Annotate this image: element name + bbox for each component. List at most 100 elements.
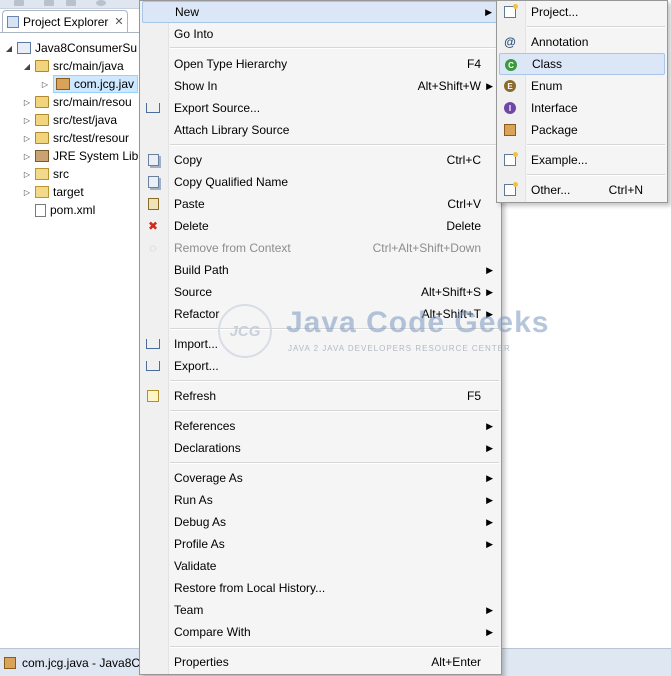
- menu-item-label: Debug As: [174, 515, 227, 529]
- menu-item-open-type-hierarchy[interactable]: Open Type Hierarchy F4: [142, 53, 499, 75]
- menu-item-coverage-as[interactable]: Coverage As ▶: [142, 467, 499, 489]
- menu-item-refresh[interactable]: Refresh F5: [142, 385, 499, 407]
- tree-item-src-test-java[interactable]: ▷ src/test/java: [22, 111, 117, 129]
- source-folder-icon: [35, 60, 49, 72]
- menu-item-label: Coverage As: [174, 471, 243, 485]
- tree-item-src-main-resources[interactable]: ▷ src/main/resou: [22, 93, 132, 111]
- delete-icon: ✖: [147, 219, 159, 233]
- menu-item-label: Paste: [174, 197, 205, 211]
- close-icon[interactable]: ✕: [114, 15, 123, 28]
- tree-item-src-main-java[interactable]: ◢ src/main/java: [22, 57, 124, 75]
- expand-arrow-icon[interactable]: ▷: [22, 98, 32, 107]
- menu-item-label: Other...: [531, 183, 571, 197]
- tree-item-jre-library[interactable]: ▷ JRE System Lib: [22, 147, 138, 165]
- menu-item-build-path[interactable]: Build Path ▶: [142, 259, 499, 281]
- menu-item-label: Enum: [531, 79, 563, 93]
- menu-item-export-source[interactable]: Export Source...: [142, 97, 499, 119]
- menu-item-show-in[interactable]: Show In Alt+Shift+W ▶: [142, 75, 499, 97]
- new-submenu: Project... @ Annotation C Class E Enum I…: [496, 0, 668, 203]
- menu-separator: [170, 410, 499, 412]
- menu-item-label: Remove from Context: [174, 241, 291, 255]
- menu-item-profile-as[interactable]: Profile As ▶: [142, 533, 499, 555]
- menu-item-remove-from-context: ◌ Remove from Context Ctrl+Alt+Shift+Dow…: [142, 237, 499, 259]
- submenu-item-other[interactable]: Other... Ctrl+N: [499, 179, 665, 201]
- toolbar-button-icon[interactable]: [66, 0, 76, 6]
- expand-arrow-icon[interactable]: ▷: [40, 80, 50, 89]
- menu-item-label: Attach Library Source: [174, 123, 290, 137]
- submenu-arrow-icon: ▶: [486, 494, 493, 505]
- menu-item-new[interactable]: New ▶: [142, 1, 499, 23]
- menu-separator: [170, 462, 499, 464]
- menu-item-attach-library-source[interactable]: Attach Library Source: [142, 119, 499, 141]
- menu-item-export[interactable]: Export...: [142, 355, 499, 377]
- enum-icon: E: [503, 79, 517, 93]
- tree-item-target[interactable]: ▷ target: [22, 183, 84, 201]
- submenu-item-interface[interactable]: I Interface: [499, 97, 665, 119]
- menu-item-copy[interactable]: Copy Ctrl+C: [142, 149, 499, 171]
- expand-arrow-icon[interactable]: ◢: [22, 62, 32, 71]
- menu-item-shortcut: F5: [466, 389, 481, 403]
- interface-icon: I: [503, 101, 517, 115]
- menu-separator: [170, 380, 499, 382]
- menu-item-go-into[interactable]: Go Into: [142, 23, 499, 45]
- menu-item-import[interactable]: Import...: [142, 333, 499, 355]
- menu-item-shortcut: Ctrl+N: [608, 183, 643, 197]
- tree-item-src-test-resources[interactable]: ▷ src/test/resour: [22, 129, 129, 147]
- submenu-item-project[interactable]: Project...: [499, 1, 665, 23]
- menu-item-properties[interactable]: Properties Alt+Enter: [142, 651, 499, 673]
- selected-package[interactable]: com.jcg.jav: [53, 75, 139, 93]
- menu-item-team[interactable]: Team ▶: [142, 599, 499, 621]
- menu-item-validate[interactable]: Validate: [142, 555, 499, 577]
- expand-arrow-icon[interactable]: ▷: [22, 152, 32, 161]
- submenu-item-annotation[interactable]: @ Annotation: [499, 31, 665, 53]
- tab-project-explorer[interactable]: Project Explorer ✕: [2, 10, 128, 32]
- copy-qualified-name-icon: [146, 175, 160, 189]
- expand-arrow-icon[interactable]: ▷: [22, 116, 32, 125]
- export-icon: [146, 359, 160, 373]
- menu-item-declarations[interactable]: Declarations ▶: [142, 437, 499, 459]
- expand-arrow-icon[interactable]: ▷: [22, 188, 32, 197]
- menu-item-restore-local-history[interactable]: Restore from Local History...: [142, 577, 499, 599]
- menu-item-source[interactable]: Source Alt+Shift+S ▶: [142, 281, 499, 303]
- tree-item-pom[interactable]: pom.xml: [22, 201, 95, 219]
- package-icon: [503, 123, 517, 137]
- menu-item-references[interactable]: References ▶: [142, 415, 499, 437]
- menu-item-refactor[interactable]: Refactor Alt+Shift+T ▶: [142, 303, 499, 325]
- submenu-item-example[interactable]: Example...: [499, 149, 665, 171]
- menu-item-label: Interface: [531, 101, 578, 115]
- submenu-item-package[interactable]: Package: [499, 119, 665, 141]
- expand-arrow-icon[interactable]: ▷: [22, 170, 32, 179]
- tree-item-project[interactable]: ◢ Java8ConsumerSu: [4, 39, 137, 57]
- menu-item-copy-qualified-name[interactable]: Copy Qualified Name: [142, 171, 499, 193]
- tree-item-package[interactable]: ▷ com.jcg.jav: [40, 75, 139, 93]
- toolbar-strip: [0, 0, 150, 9]
- menu-item-label: Source: [174, 285, 213, 299]
- menu-item-run-as[interactable]: Run As ▶: [142, 489, 499, 511]
- menu-item-label: Team: [174, 603, 204, 617]
- submenu-arrow-icon: ▶: [486, 264, 493, 275]
- library-icon: [35, 150, 49, 162]
- submenu-item-enum[interactable]: E Enum: [499, 75, 665, 97]
- menu-item-delete[interactable]: ✖ Delete Delete: [142, 215, 499, 237]
- maven-pom-icon: [35, 203, 46, 217]
- expand-arrow-icon[interactable]: ▷: [22, 134, 32, 143]
- submenu-arrow-icon: ▶: [486, 420, 493, 431]
- source-folder-icon: [35, 132, 49, 144]
- expand-arrow-icon[interactable]: ◢: [4, 44, 14, 53]
- menu-item-shortcut: Alt+Enter: [431, 655, 481, 669]
- menu-item-debug-as[interactable]: Debug As ▶: [142, 511, 499, 533]
- submenu-item-class[interactable]: C Class: [499, 53, 665, 75]
- tree-item-label: com.jcg.jav: [74, 77, 135, 91]
- submenu-arrow-icon: ▶: [486, 604, 493, 615]
- toolbar-button-icon[interactable]: [14, 0, 24, 6]
- menu-item-label: Export Source...: [174, 101, 261, 115]
- package-icon: [4, 656, 16, 669]
- menu-item-shortcut: Alt+Shift+W: [417, 79, 481, 93]
- toolbar-button-icon[interactable]: [96, 0, 106, 6]
- menu-item-paste[interactable]: Paste Ctrl+V: [142, 193, 499, 215]
- toolbar-button-icon[interactable]: [44, 0, 54, 6]
- menu-separator: [527, 174, 665, 176]
- menu-item-shortcut: Alt+Shift+S: [420, 285, 481, 299]
- menu-item-compare-with[interactable]: Compare With ▶: [142, 621, 499, 643]
- tree-item-src[interactable]: ▷ src: [22, 165, 69, 183]
